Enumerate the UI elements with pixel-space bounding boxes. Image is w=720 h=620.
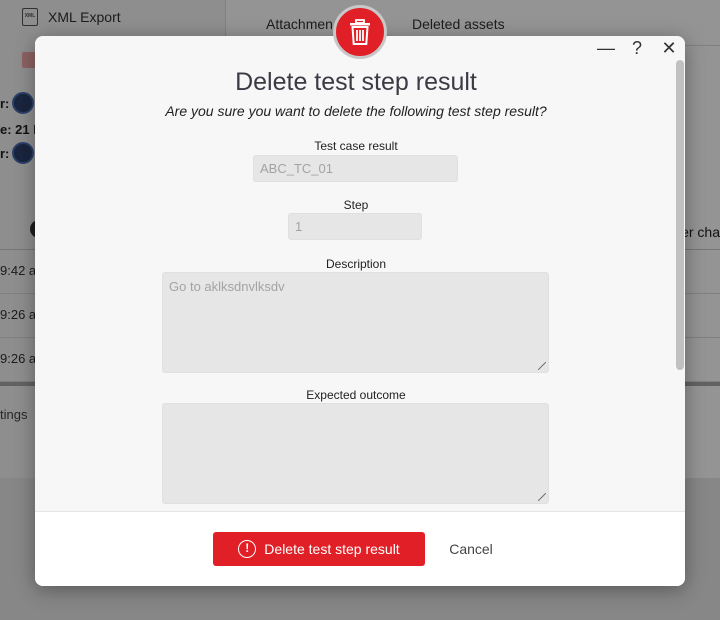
delete-dialog: — ? ✕ Delete test step result Are you su… <box>35 5 685 586</box>
window-controls: — ? ✕ <box>597 38 677 58</box>
resize-handle-icon[interactable] <box>538 493 546 501</box>
delete-button-label: Delete test step result <box>264 541 400 557</box>
warning-icon: ! <box>238 540 257 558</box>
expected-outcome-label: Expected outcome <box>306 388 406 402</box>
resize-handle-icon[interactable] <box>538 362 546 370</box>
scrollbar-thumb[interactable] <box>676 60 684 370</box>
dialog-subtitle: Are you sure you want to delete the foll… <box>165 103 547 119</box>
cancel-button[interactable]: Cancel <box>437 532 505 566</box>
minimize-icon[interactable]: — <box>597 38 615 58</box>
test-case-result-label: Test case result <box>314 139 398 153</box>
dialog-footer: ! Delete test step result Cancel <box>35 511 685 586</box>
dialog-title: Delete test step result <box>235 68 477 96</box>
step-label: Step <box>343 198 369 212</box>
close-icon[interactable]: ✕ <box>661 38 677 58</box>
test-case-result-field[interactable] <box>253 155 458 182</box>
dialog-body: — ? ✕ Delete test step result Are you su… <box>35 36 685 511</box>
help-icon[interactable]: ? <box>629 38 645 58</box>
delete-button[interactable]: ! Delete test step result <box>213 532 425 566</box>
description-label: Description <box>325 257 387 271</box>
trash-icon <box>333 5 387 59</box>
trash-icon-svg <box>350 19 370 45</box>
expected-outcome-field[interactable] <box>162 403 549 504</box>
step-field[interactable] <box>288 213 422 240</box>
description-field[interactable]: Go to aklksdnvlksdv <box>162 272 549 373</box>
